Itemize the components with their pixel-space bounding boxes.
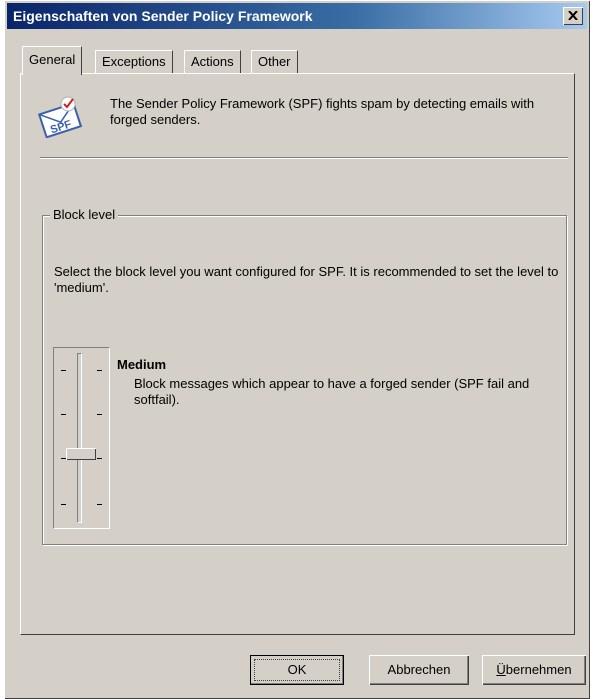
window-title: Eigenschaften von Sender Policy Framewor…	[13, 8, 313, 24]
ok-button[interactable]: OK	[250, 655, 344, 685]
block-level-legend: Block level	[50, 207, 119, 222]
title-bar[interactable]: Eigenschaften von Sender Policy Framewor…	[7, 3, 587, 29]
tab-general[interactable]: General	[22, 46, 83, 75]
cancel-button-label: Abbrechen	[387, 662, 451, 677]
apply-button[interactable]: Übernehmen	[482, 655, 586, 685]
close-icon	[568, 11, 578, 20]
apply-button-label: bernehmen	[505, 662, 572, 677]
apply-mnemonic: Ü	[496, 662, 506, 677]
spf-description: The Sender Policy Framework (SPF) fights…	[110, 96, 535, 127]
slider-tick	[97, 370, 102, 371]
slider-tick	[61, 414, 66, 415]
separator	[40, 157, 568, 159]
spf-envelope-icon: SPF	[37, 96, 83, 138]
slider-tick	[61, 504, 66, 505]
level-name: Medium	[117, 357, 167, 372]
block-level-instructions: Select the block level you want configur…	[54, 264, 559, 295]
slider-tick	[61, 370, 66, 371]
level-description: Block messages which appear to have a fo…	[134, 376, 530, 407]
close-button[interactable]	[563, 7, 583, 25]
ok-button-label: OK	[287, 662, 307, 677]
slider-tick	[97, 504, 102, 505]
block-level-slider[interactable]	[53, 347, 110, 529]
cancel-button[interactable]: Abbrechen	[369, 655, 469, 685]
slider-tick	[97, 414, 102, 415]
slider-tick	[97, 458, 102, 459]
slider-track	[77, 353, 82, 523]
tab-other[interactable]: Other	[251, 50, 298, 73]
slider-thumb[interactable]	[66, 447, 96, 460]
tab-exceptions[interactable]: Exceptions	[95, 50, 173, 73]
tab-actions[interactable]: Actions	[184, 50, 241, 73]
